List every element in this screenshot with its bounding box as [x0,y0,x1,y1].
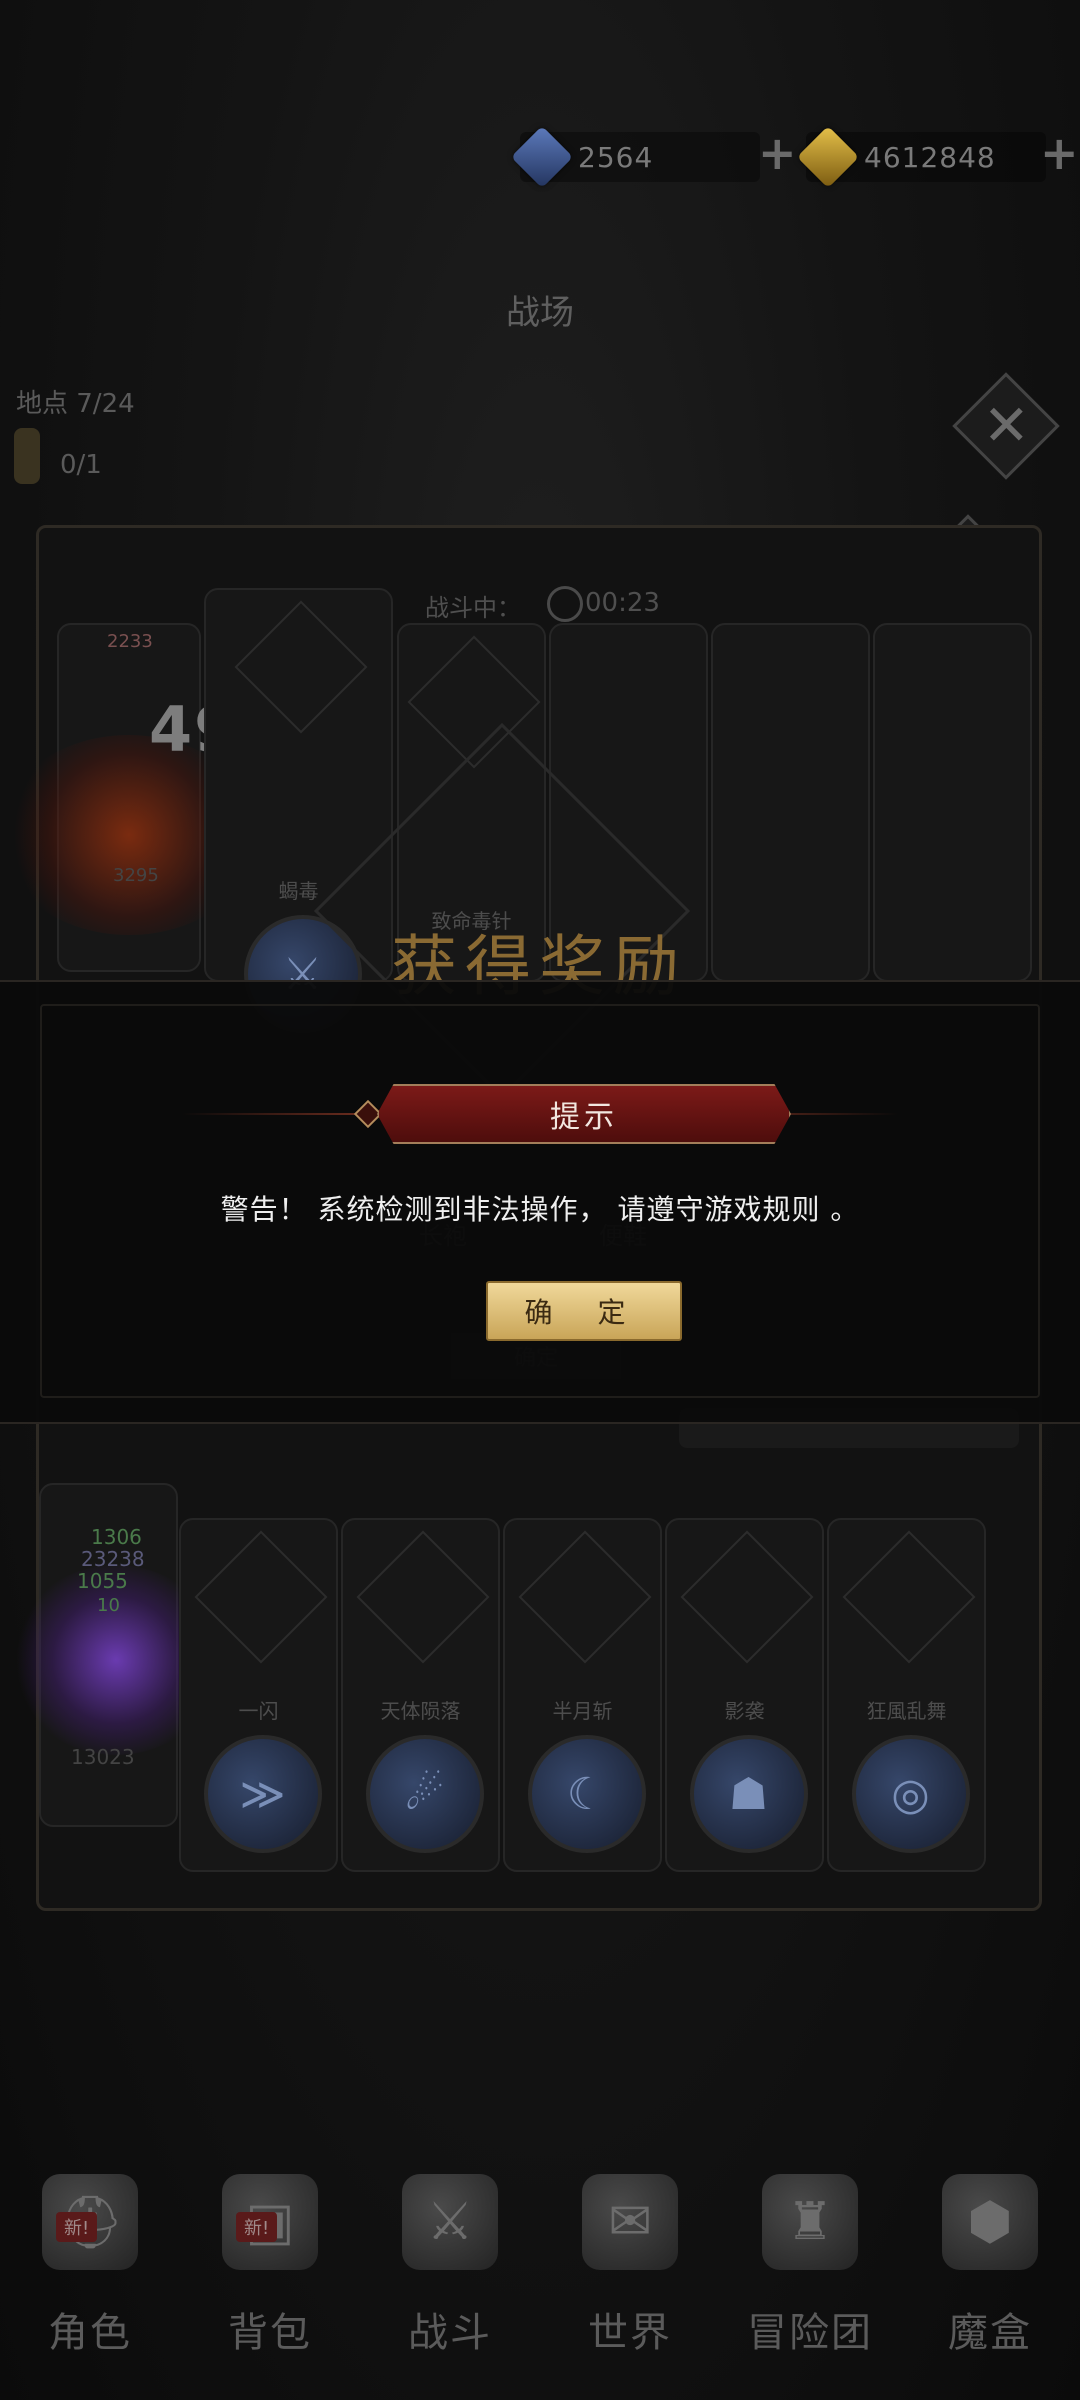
player-skill-card-4: 影袭 ☗ [665,1518,824,1872]
dialog-message: 警告！ 系统检测到非法操作， 请遵守游戏规则 。 [220,1193,860,1226]
panel-ornament [39,504,1039,520]
nav-item-world[interactable]: ✉ 世界 [540,2150,720,2400]
crystal-currency: 2564 [510,125,760,189]
gold-coin-icon [796,125,860,189]
player-skill-card-5: 狂風乱舞 ◎ [827,1518,986,1872]
nav-item-battle[interactable]: ⚔ 战斗 [360,2150,540,2400]
gold-currency: 4612848 [796,125,1046,189]
player-portrait: 1306 23238 1055 10 13023 [11,1483,221,1827]
divider [182,1113,362,1115]
slash-icon: ≫ [203,1735,322,1853]
warning-dialog: 提示 警告！ 系统检测到非法操作， 请遵守游戏规则 。 确 定 [0,980,1080,1424]
key-icon [14,428,40,484]
enemy-hp-bottom: 3295 [113,865,159,886]
emblem-icon [680,1530,813,1664]
emblem-icon [356,1530,489,1664]
emblem-icon [518,1530,651,1664]
heal-number: 1306 [91,1525,142,1549]
nav-label: 背包 [228,2310,312,2356]
heal-number-2: 1055 [77,1569,128,1593]
nav-item-adventure-team[interactable]: ♜ 冒险团 [720,2150,900,2400]
skill-label: 狂風乱舞 [866,1699,947,1723]
nav-label: 角色 [48,2310,132,2356]
castle-icon: ♜ [762,2174,858,2270]
emblem-icon [234,600,367,734]
shadow-icon: ☗ [689,1735,808,1853]
bottom-nav: ⛑ 新! 角色 ▣ 新! 背包 ⚔ 战斗 ✉ 世界 ♜ 冒险团 ⬢ 魔盒 [0,2150,1080,2400]
add-crystal-button[interactable]: + [758,130,797,176]
emblem-icon [194,1530,327,1664]
nav-item-magic-box[interactable]: ⬢ 魔盒 [900,2150,1080,2400]
blue-crystal-icon [510,125,574,189]
nav-label: 战斗 [408,2310,492,2356]
emblem-icon [842,1530,975,1664]
new-badge: 新! [236,2212,278,2242]
page-title: 战场 [506,293,574,333]
skill-label: 天体陨落 [380,1699,461,1723]
enemy-hp: 2233 [107,631,153,652]
scroll-map-icon: ✉ [582,2174,678,2270]
nav-item-backpack[interactable]: ▣ 新! 背包 [180,2150,360,2400]
battle-status: 战斗中： [425,594,521,622]
gold-amount: 4612848 [864,140,996,174]
battle-timer: 00:23 [585,588,660,618]
nav-label: 冒险团 [747,2310,873,2356]
location-progress: 地点 7/24 [16,389,135,419]
dialog-header: 提示 [42,1084,1038,1144]
player-skill-card-3: 半月斩 ☾ [503,1518,662,1872]
crossed-swords-icon: ⚔ [402,2174,498,2270]
heal-number-3: 10 [97,1595,120,1616]
player-skill-card-2: 天体陨落 ☄ [341,1518,500,1872]
skill-label: 一闪 [238,1699,279,1723]
damage-taken: 23238 [81,1547,145,1571]
whirlwind-icon: ◎ [851,1735,970,1853]
skill-label: 影袭 [724,1699,765,1723]
nav-item-character[interactable]: ⛑ 新! 角色 [0,2150,180,2400]
dialog-title-banner: 提示 [377,1084,791,1144]
dialog-title: 提示 [550,1100,618,1135]
close-icon: ✕ [982,392,1030,458]
nav-label: 世界 [588,2310,672,2356]
skill-label: 半月斩 [552,1699,613,1723]
crystal-amount: 2564 [578,140,654,174]
nav-label: 魔盒 [948,2310,1032,2356]
confirm-button[interactable]: 确 定 [486,1281,682,1341]
dialog-frame: 提示 警告！ 系统检测到非法操作， 请遵守游戏规则 。 确 定 [40,1004,1040,1398]
player-hp: 13023 [71,1745,135,1769]
magic-box-icon: ⬢ [942,2174,1038,2270]
player-skill-card-1: 一闪 ≫ [179,1518,338,1872]
new-badge: 新! [56,2212,98,2242]
meteor-icon: ☄ [365,1735,484,1853]
clock-icon [547,586,583,622]
crescent-icon: ☾ [527,1735,646,1853]
key-count: 0/1 [60,450,102,480]
add-gold-button[interactable]: + [1040,130,1079,176]
